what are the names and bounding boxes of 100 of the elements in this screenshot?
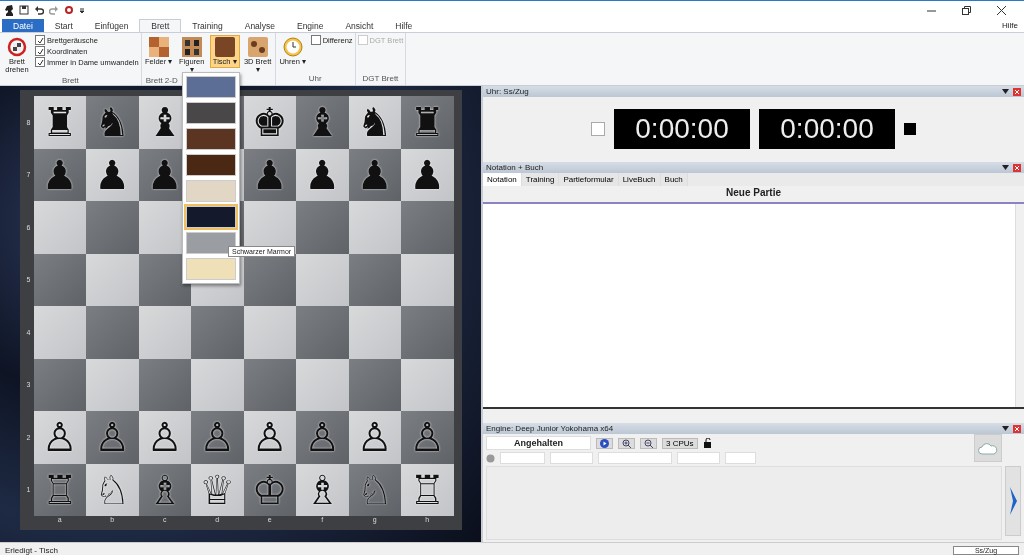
board-square[interactable]: ♙: [191, 411, 244, 464]
turn-indicator: [591, 121, 605, 136]
board-square[interactable]: ♞: [86, 96, 139, 149]
board-square[interactable]: ♙: [86, 411, 139, 464]
board-square[interactable]: ♟: [296, 148, 349, 201]
chess-piece[interactable]: ♟: [409, 154, 446, 195]
chess-piece[interactable]: ♔: [251, 469, 288, 510]
dropdown-icon[interactable]: [1002, 165, 1009, 170]
table-swatch[interactable]: [186, 128, 236, 150]
start-engine-button[interactable]: [596, 437, 613, 449]
chess-piece[interactable]: ♙: [94, 417, 131, 458]
dropdown-icon[interactable]: [1002, 89, 1009, 94]
chess-piece[interactable]: ♚: [251, 102, 288, 143]
table-swatch[interactable]: [186, 76, 236, 98]
restore-icon[interactable]: [962, 5, 971, 15]
cpu-button[interactable]: 3 CPUs: [662, 437, 698, 449]
ribbon-tab[interactable]: Einfügen: [83, 19, 140, 32]
group-label: Brett: [60, 76, 80, 87]
chess-piece[interactable]: ♙: [146, 417, 183, 458]
chess-piece[interactable]: ♖: [409, 469, 446, 510]
table-swatch[interactable]: [186, 154, 236, 176]
chess-piece[interactable]: ♝: [304, 102, 341, 143]
ribbon-tab[interactable]: Training: [181, 19, 234, 32]
board-square[interactable]: ♙: [296, 411, 349, 464]
chess-piece[interactable]: ♟: [146, 154, 183, 195]
board-square[interactable]: ♟: [33, 148, 86, 201]
panel-tab[interactable]: Buch: [660, 173, 688, 186]
board-square[interactable]: ♞: [348, 96, 401, 149]
board-square[interactable]: ♗: [296, 463, 349, 516]
board-square[interactable]: ♘: [86, 463, 139, 516]
chess-piece[interactable]: ♟: [356, 154, 393, 195]
chess-piece[interactable]: ♙: [41, 417, 78, 458]
board-square[interactable]: ♝: [296, 96, 349, 149]
board-square[interactable]: ♙: [348, 411, 401, 464]
chess-piece[interactable]: ♘: [356, 469, 393, 510]
board-square[interactable]: ♙: [138, 411, 191, 464]
save-icon[interactable]: [19, 5, 29, 15]
chess-piece[interactable]: ♗: [146, 469, 183, 510]
help-link[interactable]: Hilfe: [1002, 21, 1018, 30]
dropdown-icon[interactable]: [1002, 426, 1009, 431]
board-square[interactable]: ♕: [191, 463, 244, 516]
ribbon-tab[interactable]: Brett: [139, 19, 182, 32]
panel-tab[interactable]: Partieformular: [559, 173, 619, 186]
table-swatch[interactable]: [186, 102, 236, 124]
board-square[interactable]: ♟: [401, 148, 454, 201]
panel-tab[interactable]: Notation: [483, 173, 522, 186]
undo-icon[interactable]: [34, 5, 44, 15]
board-square[interactable]: ♟: [243, 148, 296, 201]
dropdown-icon[interactable]: [79, 5, 85, 15]
board-square[interactable]: ♟: [348, 148, 401, 201]
ribbon-tab[interactable]: Hilfe: [384, 19, 424, 32]
table-swatch[interactable]: [186, 258, 236, 280]
chess-piece[interactable]: ♜: [41, 102, 78, 143]
chess-piece[interactable]: ♙: [356, 417, 393, 458]
engine-icon[interactable]: [64, 5, 74, 15]
board-square[interactable]: ♚: [243, 96, 296, 149]
chess-piece[interactable]: ♟: [304, 154, 341, 195]
expand-button[interactable]: [1005, 466, 1021, 536]
zoom-out-button[interactable]: [640, 437, 657, 449]
board-square[interactable]: ♙: [243, 411, 296, 464]
chess-piece[interactable]: ♙: [199, 417, 236, 458]
chess-piece[interactable]: ♖: [41, 469, 78, 510]
chess-piece[interactable]: ♙: [304, 417, 341, 458]
chess-piece[interactable]: ♟: [94, 154, 131, 195]
board-square[interactable]: ♜: [401, 96, 454, 149]
zoom-in-button[interactable]: [618, 437, 635, 449]
table-swatch[interactable]: [186, 206, 236, 228]
board-square[interactable]: ♖: [401, 463, 454, 516]
unlocked-padlock-icon[interactable]: [702, 438, 712, 448]
chess-piece[interactable]: ♟: [41, 154, 78, 195]
chess-piece[interactable]: ♟: [251, 154, 288, 195]
engine-field: [725, 452, 756, 464]
ribbon-tab[interactable]: Analyse: [233, 19, 286, 32]
board-square[interactable]: ♖: [33, 463, 86, 516]
board-square[interactable]: ♟: [86, 148, 139, 201]
chess-piece[interactable]: ♜: [409, 102, 446, 143]
chess-piece[interactable]: ♕: [199, 469, 236, 510]
table-swatch[interactable]: [186, 180, 236, 202]
ribbon-tab[interactable]: Engine: [285, 19, 335, 32]
close-icon[interactable]: [997, 5, 1006, 15]
chess-piece[interactable]: ♞: [356, 102, 393, 143]
chess-piece[interactable]: ♗: [304, 469, 341, 510]
ribbon-tab[interactable]: Start: [43, 19, 84, 32]
chess-piece[interactable]: ♘: [94, 469, 131, 510]
board-square[interactable]: ♔: [243, 463, 296, 516]
ribbon-tab[interactable]: Ansicht: [334, 19, 385, 32]
board-square[interactable]: ♙: [33, 411, 86, 464]
panel-tab[interactable]: LiveBuch: [618, 173, 661, 186]
file-tab[interactable]: Datei: [2, 19, 44, 32]
board-square[interactable]: ♘: [348, 463, 401, 516]
chess-piece[interactable]: ♞: [94, 102, 131, 143]
scrollbar[interactable]: [1015, 204, 1024, 407]
redo-icon[interactable]: [49, 5, 59, 15]
chess-piece[interactable]: ♙: [409, 417, 446, 458]
board-square[interactable]: ♜: [33, 96, 86, 149]
chess-piece[interactable]: ♝: [146, 102, 183, 143]
board-square[interactable]: ♙: [401, 411, 454, 464]
panel-tab[interactable]: Training: [521, 173, 560, 186]
board-square[interactable]: ♗: [138, 463, 191, 516]
chess-piece[interactable]: ♙: [251, 417, 288, 458]
